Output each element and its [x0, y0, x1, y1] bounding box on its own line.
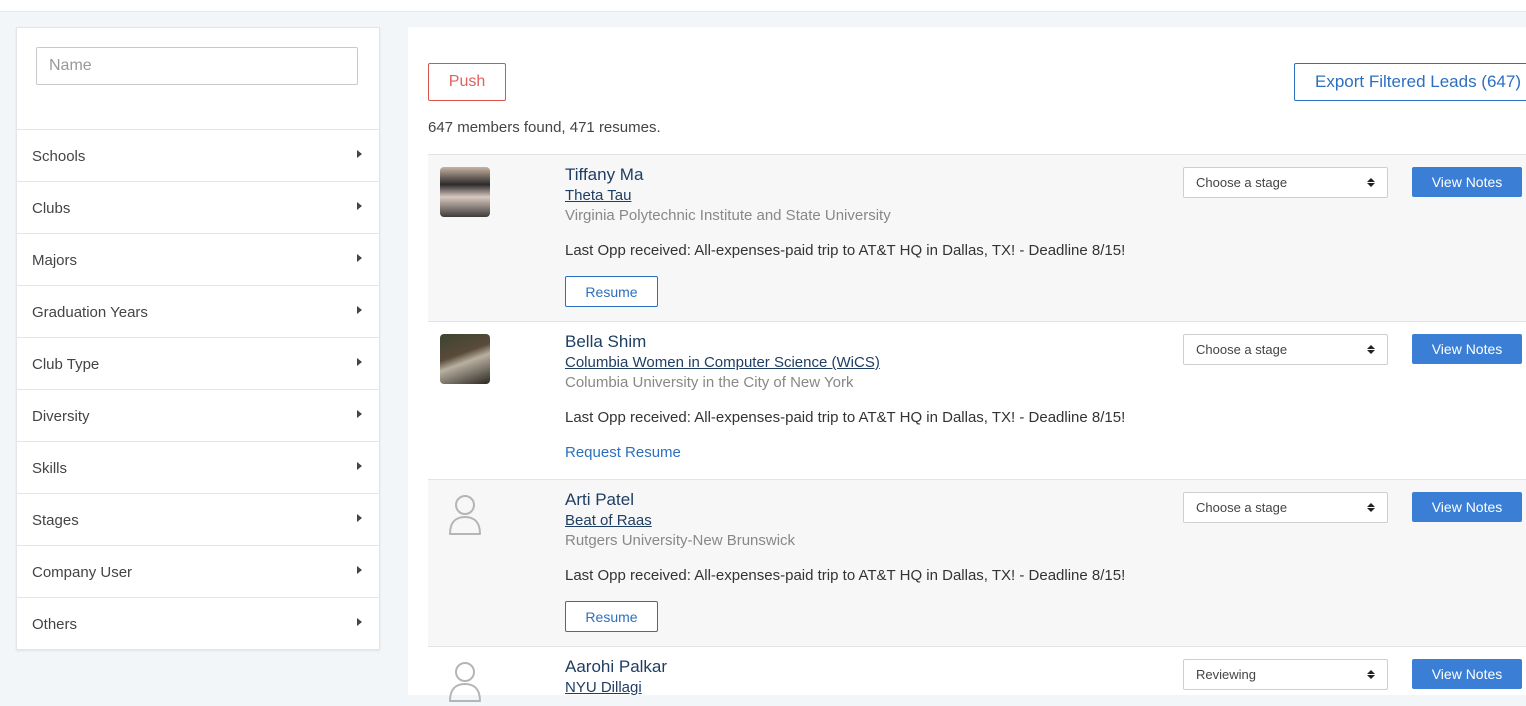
- last-opp-text: Last Opp received: All-expenses-paid tri…: [565, 242, 1126, 259]
- filter-label: Company User: [32, 564, 133, 581]
- filter-label: Club Type: [32, 356, 100, 373]
- caret-right-icon: [357, 461, 362, 470]
- view-notes-button[interactable]: View Notes: [1412, 659, 1522, 689]
- avatar: [440, 492, 490, 542]
- member-school: Columbia University in the City of New Y…: [565, 374, 854, 391]
- view-notes-button[interactable]: View Notes: [1412, 167, 1522, 197]
- stage-select-value: Reviewing: [1196, 667, 1256, 682]
- filter-label: Clubs: [32, 200, 71, 217]
- stage-select[interactable]: Reviewing: [1183, 659, 1388, 690]
- member-name: Aarohi Palkar: [565, 657, 668, 676]
- member-row: Aarohi Palkar NYU Dillagi Reviewing View…: [428, 646, 1526, 706]
- member-club-link[interactable]: Beat of Raas: [565, 512, 1125, 529]
- select-arrows-icon: [1367, 503, 1375, 512]
- filter-clubs[interactable]: Clubs: [17, 181, 379, 233]
- filter-label: Diversity: [32, 408, 90, 425]
- avatar: [440, 659, 490, 706]
- results-summary: 647 members found, 471 resumes.: [428, 119, 661, 136]
- filter-skills[interactable]: Skills: [17, 441, 379, 493]
- view-notes-button[interactable]: View Notes: [1412, 492, 1522, 522]
- stage-select-value: Choose a stage: [1196, 342, 1288, 357]
- name-search-input[interactable]: [36, 47, 358, 85]
- filter-label: Skills: [32, 460, 68, 477]
- member-info: Aarohi Palkar NYU Dillagi: [565, 657, 667, 699]
- filter-label: Others: [32, 616, 78, 633]
- caret-right-icon: [357, 357, 362, 366]
- member-club-link[interactable]: Theta Tau: [565, 187, 1125, 204]
- filter-label: Graduation Years: [32, 304, 148, 321]
- view-notes-button[interactable]: View Notes: [1412, 334, 1522, 364]
- caret-right-icon: [357, 253, 362, 262]
- filter-graduation-years[interactable]: Graduation Years: [17, 285, 379, 337]
- filter-diversity[interactable]: Diversity: [17, 389, 379, 441]
- select-arrows-icon: [1367, 670, 1375, 679]
- member-name: Arti Patel: [565, 490, 634, 509]
- member-info: Bella Shim Columbia Women in Computer Sc…: [565, 332, 1125, 461]
- filter-sidebar: Schools Clubs Majors Graduation Years Cl…: [16, 27, 380, 650]
- avatar: [440, 334, 490, 384]
- filter-label: Majors: [32, 252, 78, 269]
- select-arrows-icon: [1367, 345, 1375, 354]
- member-club-link[interactable]: NYU Dillagi: [565, 679, 667, 696]
- caret-right-icon: [357, 149, 362, 158]
- resume-button[interactable]: Resume: [565, 601, 658, 632]
- stage-select-value: Choose a stage: [1196, 175, 1288, 190]
- last-opp-text: Last Opp received: All-expenses-paid tri…: [565, 409, 1126, 426]
- caret-right-icon: [357, 201, 362, 210]
- filter-company-user[interactable]: Company User: [17, 545, 379, 597]
- stage-select[interactable]: Choose a stage: [1183, 334, 1388, 365]
- filter-others[interactable]: Others: [17, 597, 379, 649]
- stage-select[interactable]: Choose a stage: [1183, 167, 1388, 198]
- resume-button[interactable]: Resume: [565, 276, 658, 307]
- member-school: Virginia Polytechnic Institute and State…: [565, 207, 891, 224]
- stage-select-value: Choose a stage: [1196, 500, 1288, 515]
- caret-right-icon: [357, 565, 362, 574]
- filter-list: Schools Clubs Majors Graduation Years Cl…: [17, 129, 379, 649]
- filter-club-type[interactable]: Club Type: [17, 337, 379, 389]
- member-row: Tiffany Ma Theta Tau Virginia Polytechni…: [428, 154, 1526, 321]
- filter-label: Schools: [32, 148, 86, 165]
- member-name: Tiffany Ma: [565, 165, 644, 184]
- select-arrows-icon: [1367, 178, 1375, 187]
- members-panel: Push Export Filtered Leads (647) 647 mem…: [408, 27, 1526, 702]
- caret-right-icon: [357, 513, 362, 522]
- member-school: Rutgers University-New Brunswick: [565, 532, 796, 549]
- filter-stages[interactable]: Stages: [17, 493, 379, 545]
- user-placeholder-icon: [449, 662, 481, 702]
- filter-majors[interactable]: Majors: [17, 233, 379, 285]
- request-resume-link[interactable]: Request Resume: [565, 444, 1125, 461]
- stage-select[interactable]: Choose a stage: [1183, 492, 1388, 523]
- filter-schools[interactable]: Schools: [17, 129, 379, 181]
- member-list: Tiffany Ma Theta Tau Virginia Polytechni…: [428, 154, 1526, 706]
- push-button[interactable]: Push: [428, 63, 506, 101]
- caret-right-icon: [357, 617, 362, 626]
- avatar: [440, 167, 490, 217]
- caret-right-icon: [357, 305, 362, 314]
- member-row: Bella Shim Columbia Women in Computer Sc…: [428, 321, 1526, 479]
- member-name: Bella Shim: [565, 332, 647, 351]
- filter-label: Stages: [32, 512, 79, 529]
- member-club-link[interactable]: Columbia Women in Computer Science (WiCS…: [565, 354, 1125, 371]
- member-row: Arti Patel Beat of Raas Rutgers Universi…: [428, 479, 1526, 646]
- last-opp-text: Last Opp received: All-expenses-paid tri…: [565, 567, 1126, 584]
- caret-right-icon: [357, 409, 362, 418]
- member-info: Tiffany Ma Theta Tau Virginia Polytechni…: [565, 165, 1125, 307]
- top-bar: [0, 0, 1526, 12]
- member-info: Arti Patel Beat of Raas Rutgers Universi…: [565, 490, 1125, 632]
- export-filtered-leads-button[interactable]: Export Filtered Leads (647): [1294, 63, 1526, 101]
- user-placeholder-icon: [449, 495, 481, 535]
